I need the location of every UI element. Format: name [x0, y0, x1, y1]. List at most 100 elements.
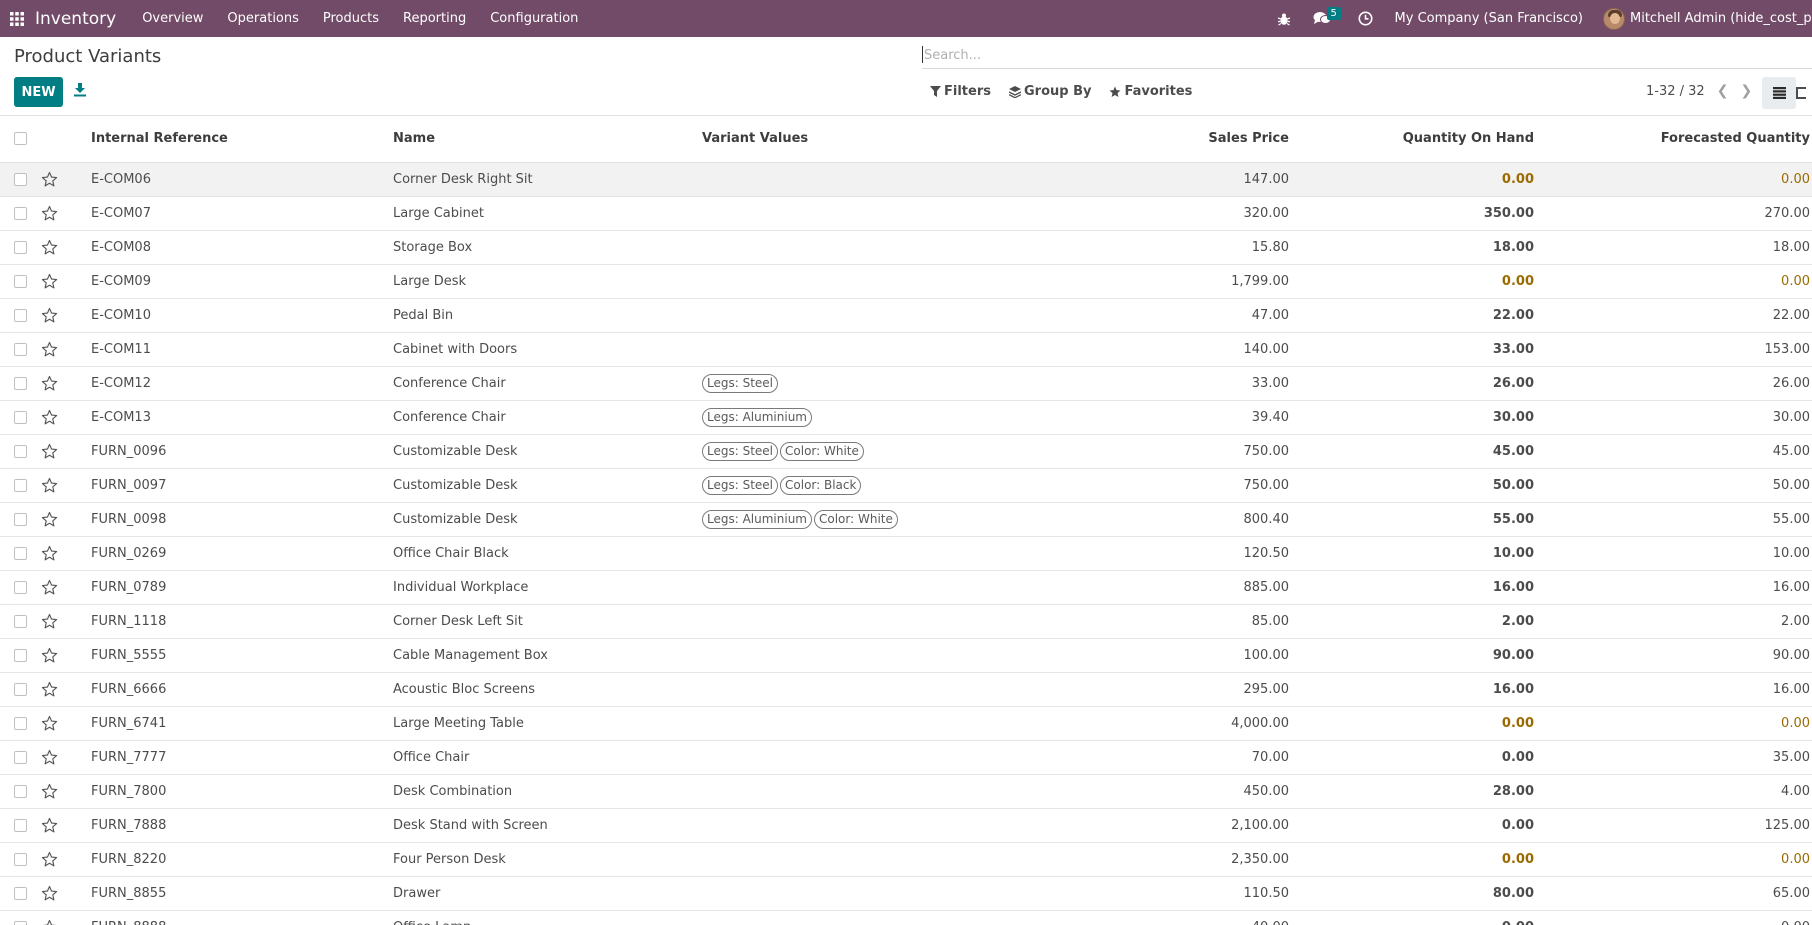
table-row[interactable]: E-COM07 Large Cabinet 320.00 350.00 270.00 — [0, 196, 1812, 231]
favorite-star-icon[interactable] — [41, 783, 58, 800]
row-checkbox[interactable] — [14, 478, 27, 492]
table-row[interactable]: E-COM12 Conference Chair Legs: Steel 33.00 2… — [0, 366, 1812, 401]
favorite-star-icon[interactable] — [41, 749, 58, 766]
row-checkbox[interactable] — [14, 648, 27, 662]
table-row[interactable]: FURN_0269 Office Chair Black 120.50 10.00 10… — [0, 536, 1812, 571]
favorite-star-icon[interactable] — [41, 851, 58, 868]
list-view-icon[interactable] — [1762, 77, 1796, 109]
user-avatar[interactable] — [1603, 7, 1625, 30]
row-checkbox[interactable] — [14, 342, 27, 356]
favorite-star-icon[interactable] — [41, 477, 58, 494]
pager-next-icon[interactable]: ❯ — [1740, 83, 1752, 99]
kanban-view-icon[interactable] — [1796, 77, 1812, 109]
download-icon[interactable] — [73, 82, 87, 98]
table-row[interactable]: FURN_8888Office Lamp40.000.000.00 — [0, 910, 1812, 925]
favorite-star-icon[interactable] — [41, 715, 58, 732]
favorite-star-icon[interactable] — [41, 409, 58, 426]
table-row[interactable]: FURN_0097 Customizable Desk Legs: Steel Col… — [0, 468, 1812, 503]
group-by-button[interactable]: Group By — [1008, 84, 1091, 99]
favorite-star-icon[interactable] — [41, 239, 58, 256]
row-checkbox[interactable] — [14, 682, 27, 696]
row-checkbox[interactable] — [14, 172, 27, 186]
row-checkbox[interactable] — [14, 784, 27, 798]
table-row[interactable]: E-COM09 Large Desk 1,799.00 0.00 0.00 — [0, 264, 1812, 299]
favorite-star-icon[interactable] — [41, 273, 58, 290]
table-row[interactable]: FURN_0789 Individual Workplace 885.00 16.00… — [0, 570, 1812, 605]
row-checkbox[interactable] — [14, 546, 27, 560]
company-switcher[interactable]: My Company (San Francisco) — [1395, 11, 1583, 26]
favorite-star-icon[interactable] — [41, 545, 58, 562]
favorite-star-icon[interactable] — [41, 171, 58, 188]
favorite-star-icon[interactable] — [41, 613, 58, 630]
row-checkbox[interactable] — [14, 580, 27, 594]
favorite-star-icon[interactable] — [41, 511, 58, 528]
row-checkbox[interactable] — [14, 852, 27, 866]
favorite-star-icon[interactable] — [41, 307, 58, 324]
row-checkbox[interactable] — [14, 444, 27, 458]
app-name[interactable]: Inventory — [35, 9, 116, 29]
favorite-star-icon[interactable] — [41, 341, 58, 358]
row-checkbox[interactable] — [14, 818, 27, 832]
menu-configuration[interactable]: Configuration — [478, 0, 590, 37]
row-checkbox[interactable] — [14, 240, 27, 254]
table-row[interactable]: FURN_5555 Cable Management Box 100.00 90.00… — [0, 638, 1812, 673]
menu-operations[interactable]: Operations — [215, 0, 310, 37]
table-row[interactable]: FURN_0096 Customizable Desk Legs: Steel Col… — [0, 434, 1812, 469]
table-row[interactable]: E-COM11 Cabinet with Doors 140.00 33.00 153.… — [0, 332, 1812, 367]
table-row[interactable]: E-COM06 Corner Desk Right Sit 147.00 0.00 0.… — [0, 162, 1812, 197]
menu-reporting[interactable]: Reporting — [391, 0, 478, 37]
header-name[interactable]: Name — [393, 116, 702, 163]
header-variant-values[interactable]: Variant Values — [702, 116, 1102, 163]
table-row[interactable]: FURN_7888 Desk Stand with Screen 2,100.00 0… — [0, 808, 1812, 843]
row-checkbox[interactable] — [14, 376, 27, 390]
favorite-star-icon[interactable] — [41, 885, 58, 902]
favorite-star-icon[interactable] — [41, 647, 58, 664]
favorite-star-icon[interactable] — [41, 375, 58, 392]
row-checkbox[interactable] — [14, 206, 27, 220]
favorites-button[interactable]: Favorites — [1109, 84, 1192, 99]
menu-overview[interactable]: Overview — [130, 0, 215, 37]
filters-button[interactable]: Filters — [930, 84, 991, 99]
favorite-star-icon[interactable] — [41, 579, 58, 596]
header-quantity-on-hand[interactable]: Quantity On Hand — [1289, 116, 1534, 163]
table-row[interactable]: FURN_0098 Customizable Desk Legs: Aluminiu… — [0, 502, 1812, 537]
table-row[interactable]: FURN_6741 Large Meeting Table 4,000.00 0.00… — [0, 706, 1812, 741]
row-checkbox[interactable] — [14, 716, 27, 730]
pager-value[interactable]: 1-32 / 32 — [1646, 84, 1705, 99]
pager-previous-icon[interactable]: ❮ — [1717, 83, 1729, 99]
row-checkbox[interactable] — [14, 614, 27, 628]
user-menu[interactable]: Mitchell Admin (hide_cost_price — [1630, 11, 1812, 26]
favorite-star-icon[interactable] — [41, 443, 58, 460]
apps-grid-icon[interactable] — [0, 0, 34, 37]
table-row[interactable]: FURN_6666 Acoustic Bloc Screens 295.00 16.0… — [0, 672, 1812, 707]
table-row[interactable]: E-COM13 Conference Chair Legs: Aluminium 39… — [0, 400, 1812, 435]
header-internal-reference[interactable]: Internal Reference — [91, 116, 393, 163]
new-button[interactable]: NEW — [14, 77, 63, 107]
bug-icon[interactable] — [1269, 0, 1299, 37]
favorite-star-icon[interactable] — [41, 205, 58, 222]
row-checkbox[interactable] — [14, 920, 27, 925]
table-row[interactable]: FURN_8220 Four Person Desk 2,350.00 0.00 0.0… — [0, 842, 1812, 877]
row-checkbox[interactable] — [14, 410, 27, 424]
favorite-star-icon[interactable] — [41, 817, 58, 834]
row-checkbox[interactable] — [14, 512, 27, 526]
header-sales-price[interactable]: Sales Price — [1102, 116, 1289, 163]
select-all-checkbox[interactable] — [14, 132, 27, 146]
row-checkbox[interactable] — [14, 750, 27, 764]
table-row[interactable]: E-COM08 Storage Box 15.80 18.00 18.00 — [0, 230, 1812, 265]
menu-products[interactable]: Products — [311, 0, 391, 37]
favorite-star-icon[interactable] — [41, 919, 58, 925]
row-checkbox[interactable] — [14, 274, 27, 288]
table-row[interactable]: FURN_7777 Office Chair 70.00 0.00 35.00 — [0, 740, 1812, 775]
table-row[interactable]: FURN_7800 Desk Combination 450.00 28.00 4.00 — [0, 774, 1812, 809]
table-row[interactable]: E-COM10 Pedal Bin 47.00 22.00 22.00 — [0, 298, 1812, 333]
search-input[interactable] — [922, 42, 1812, 68]
table-row[interactable]: FURN_8855 Drawer 110.50 80.00 65.00 — [0, 876, 1812, 911]
messages-icon[interactable]: 5 — [1307, 0, 1341, 37]
favorite-star-icon[interactable] — [41, 681, 58, 698]
table-row[interactable]: FURN_1118 Corner Desk Left Sit 85.00 2.00 2.… — [0, 604, 1812, 639]
header-forecasted-quantity[interactable]: Forecasted Quantity — [1534, 116, 1812, 163]
row-checkbox[interactable] — [14, 886, 27, 900]
activity-clock-icon[interactable] — [1351, 0, 1381, 37]
row-checkbox[interactable] — [14, 308, 27, 322]
